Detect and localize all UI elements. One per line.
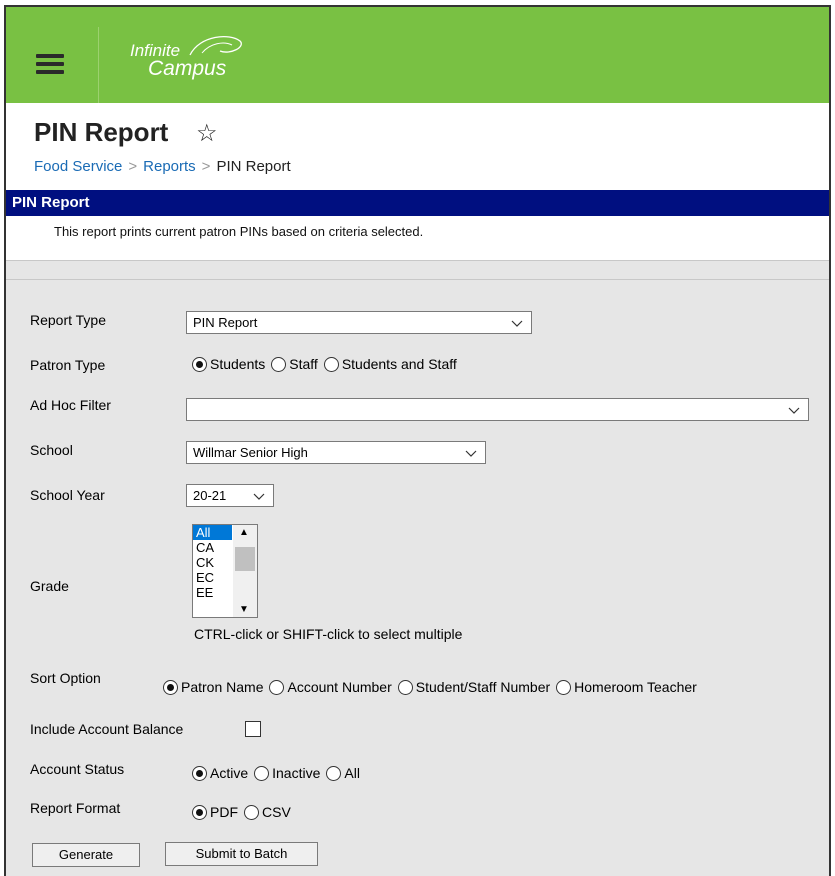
- report-type-label: Report Type: [30, 312, 107, 328]
- include-balance-checkbox[interactable]: [245, 721, 261, 737]
- format-csv-radio[interactable]: [244, 804, 259, 820]
- format-pdf-radio[interactable]: [192, 804, 207, 820]
- school-label: School: [30, 442, 73, 458]
- grade-option-ca[interactable]: CA: [193, 540, 232, 555]
- format-pdf-label: PDF: [210, 804, 238, 820]
- school-year-value: 20-21: [193, 488, 227, 503]
- patron-type-staff-label: Staff: [289, 356, 318, 372]
- scroll-up-icon[interactable]: ▲: [239, 527, 249, 538]
- menu-icon[interactable]: [36, 54, 64, 74]
- breadcrumb-food-service[interactable]: Food Service: [34, 158, 122, 175]
- report-format-label: Report Format: [30, 800, 121, 816]
- header-divider: [98, 27, 99, 103]
- patron-type-students-label: Students: [210, 356, 266, 372]
- sort-option-radio-group: Patron Name Account Number Student/Staff…: [161, 679, 701, 695]
- report-type-select[interactable]: PIN Report: [186, 311, 532, 334]
- status-all-radio[interactable]: [326, 765, 342, 781]
- sort-student-staff-number-radio[interactable]: [397, 679, 413, 695]
- sort-student-staff-number-label: Student/Staff Number: [415, 679, 551, 695]
- patron-type-staff-radio[interactable]: [271, 356, 287, 372]
- patron-type-both-label: Students and Staff: [341, 356, 457, 372]
- sort-account-number-radio[interactable]: [269, 679, 285, 695]
- breadcrumb: Food Service > Reports > PIN Report: [34, 158, 291, 175]
- sort-homeroom-teacher-label: Homeroom Teacher: [574, 679, 697, 695]
- report-type-value: PIN Report: [193, 315, 258, 330]
- breadcrumb-chevron-icon: >: [201, 158, 211, 175]
- chevron-down-icon: [253, 486, 265, 506]
- favorite-star-icon[interactable]: ☆: [196, 119, 218, 148]
- grade-option-ec[interactable]: EC: [193, 570, 232, 585]
- top-bar: Infinite Campus: [6, 7, 829, 103]
- status-inactive-label: Inactive: [272, 765, 321, 781]
- account-status-label: Account Status: [30, 761, 125, 777]
- sort-homeroom-teacher-radio[interactable]: [556, 679, 572, 695]
- school-year-select[interactable]: 20-21: [186, 484, 274, 507]
- ad-hoc-filter-label: Ad Hoc Filter: [30, 397, 111, 413]
- logo-text-campus: Campus: [148, 57, 227, 80]
- description-area: This report prints current patron PINs b…: [6, 216, 829, 261]
- account-status-radio-group: Active Inactive All: [190, 765, 364, 781]
- grade-option-ck[interactable]: CK: [193, 555, 232, 570]
- patron-type-both-radio[interactable]: [323, 356, 339, 372]
- panel-header: PIN Report: [6, 190, 829, 216]
- school-select[interactable]: Willmar Senior High: [186, 441, 486, 464]
- patron-type-radio-group: Students Staff Students and Staff: [190, 356, 461, 372]
- campus-logo[interactable]: Infinite Campus: [130, 33, 290, 93]
- breadcrumb-reports[interactable]: Reports: [143, 158, 196, 175]
- sort-account-number-label: Account Number: [287, 679, 392, 695]
- grade-label: Grade: [30, 578, 69, 594]
- chevron-down-icon: [511, 313, 523, 333]
- status-active-radio[interactable]: [192, 765, 207, 781]
- ad-hoc-filter-select[interactable]: [186, 398, 809, 421]
- status-inactive-radio[interactable]: [254, 765, 270, 781]
- include-balance-label: Include Account Balance: [30, 721, 184, 737]
- grade-hint: CTRL-click or SHIFT-click to select mult…: [194, 626, 463, 642]
- format-csv-label: CSV: [262, 804, 291, 820]
- sort-patron-name-radio[interactable]: [163, 679, 178, 695]
- grade-listbox[interactable]: All CA CK EC EE ▲ ▼: [192, 524, 258, 618]
- submit-to-batch-button[interactable]: Submit to Batch: [165, 842, 318, 866]
- page-title: PIN Report: [34, 117, 169, 147]
- patron-type-label: Patron Type: [30, 357, 106, 373]
- scrollbar-thumb[interactable]: [235, 547, 255, 571]
- sort-patron-name-label: Patron Name: [181, 679, 264, 695]
- breadcrumb-current: PIN Report: [216, 158, 291, 175]
- sort-option-label: Sort Option: [30, 670, 101, 686]
- breadcrumb-chevron-icon: >: [128, 158, 138, 175]
- panel-description: This report prints current patron PINs b…: [54, 224, 424, 239]
- report-format-radio-group: PDF CSV: [190, 804, 295, 820]
- scroll-down-icon[interactable]: ▼: [239, 604, 249, 615]
- patron-type-students-radio[interactable]: [192, 356, 207, 372]
- report-form: Report Type PIN Report Patron Type Stude…: [6, 279, 829, 876]
- grade-scrollbar[interactable]: ▲ ▼: [233, 525, 257, 617]
- status-all-label: All: [344, 765, 360, 781]
- generate-button[interactable]: Generate: [32, 843, 140, 867]
- chevron-down-icon: [788, 400, 800, 420]
- school-value: Willmar Senior High: [193, 445, 308, 460]
- grade-option-ee[interactable]: EE: [193, 585, 232, 600]
- status-active-label: Active: [210, 765, 249, 781]
- school-year-label: School Year: [30, 487, 105, 503]
- app-frame: Infinite Campus PIN Report ☆ Food Servic…: [4, 5, 831, 876]
- grade-option-all[interactable]: All: [193, 525, 232, 540]
- title-area: PIN Report ☆ Food Service > Reports > PIN Re…: [6, 103, 829, 190]
- chevron-down-icon: [465, 443, 477, 463]
